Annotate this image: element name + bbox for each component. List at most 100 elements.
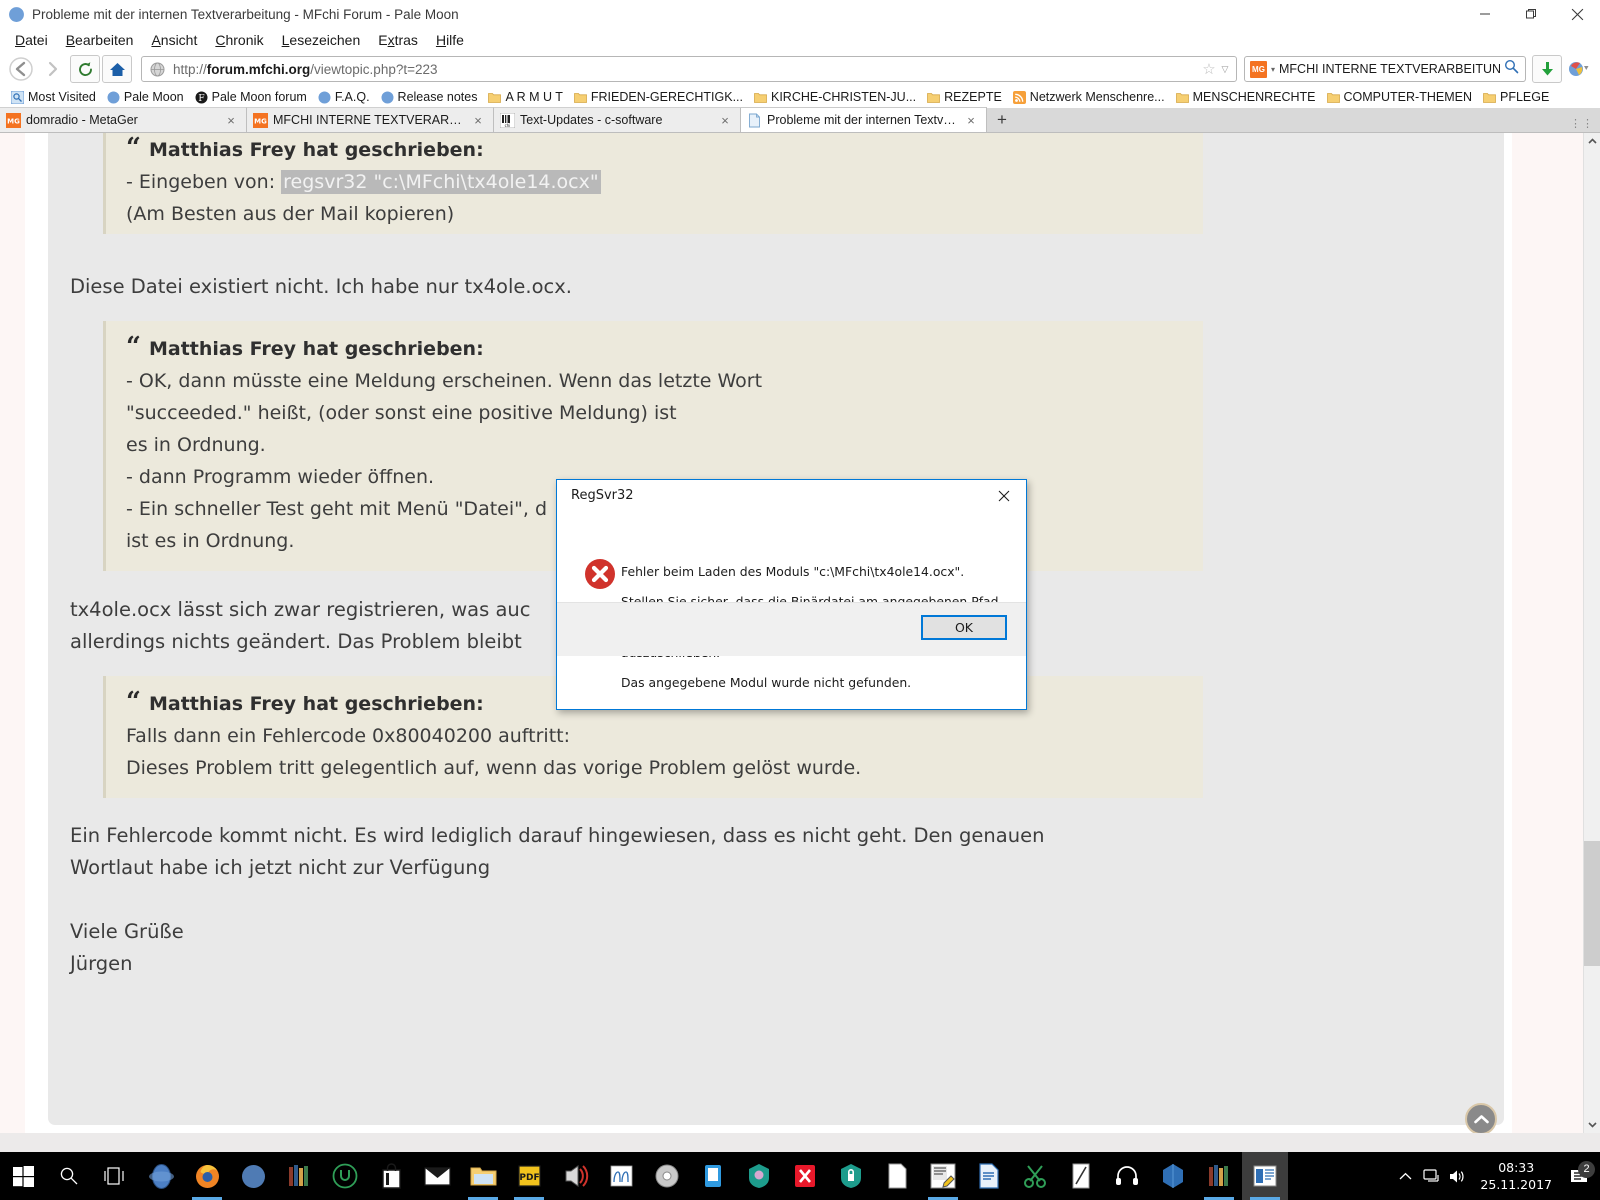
bookmark-armut[interactable]: A R M U T <box>483 90 567 104</box>
quote-line: es in Ordnung. <box>126 434 266 456</box>
bookmark-pale-moon[interactable]: Pale Moon <box>102 90 189 104</box>
restore-button[interactable] <box>1508 0 1554 28</box>
inline-code: regsvr32 "c:\MFchi\tx4ole14.ocx" <box>281 170 601 194</box>
url-bar[interactable]: http://forum.mfchi.org/viewtopic.php?t=2… <box>141 56 1237 82</box>
bookmark-pale-moon-forum[interactable]: F Pale Moon forum <box>190 90 312 104</box>
taskbar: PDF 08:33 25.11.2017 2 <box>0 1152 1600 1200</box>
menu-bearbeiten[interactable]: Bearbeiten <box>57 32 143 48</box>
scrollbar-down-arrow[interactable] <box>1584 1116 1600 1133</box>
scroll-to-top-button[interactable] <box>1465 1103 1497 1133</box>
tab-close-icon[interactable]: × <box>962 113 980 128</box>
internet-explorer-icon[interactable] <box>138 1152 184 1200</box>
bookmark-computer-themen[interactable]: COMPUTER-THEMEN <box>1322 90 1477 104</box>
pale-moon-icon[interactable] <box>230 1152 276 1200</box>
mfchi-icon[interactable] <box>920 1152 966 1200</box>
menu-extras[interactable]: Extras <box>369 32 427 48</box>
mail-icon[interactable] <box>414 1152 460 1200</box>
search-engine-icon[interactable]: MG <box>1250 60 1267 78</box>
menu-hilfe[interactable]: Hilfe <box>427 32 473 48</box>
bookmark-frieden-gerechtigkeit[interactable]: FRIEDEN-GERECHTIGK... <box>569 90 748 104</box>
taskbar-clock[interactable]: 08:33 25.11.2017 <box>1470 1159 1562 1193</box>
network-icon[interactable] <box>1418 1168 1444 1184</box>
volume-icon[interactable] <box>1444 1169 1470 1184</box>
bookmark-rezepte[interactable]: REZEPTE <box>922 90 1007 104</box>
minimize-button[interactable] <box>1462 0 1508 28</box>
notepad-icon[interactable] <box>874 1152 920 1200</box>
bookmark-label: KIRCHE-CHRISTEN-JU... <box>770 90 917 104</box>
scrollbar-thumb[interactable] <box>1584 841 1600 966</box>
svg-text:chi: chi <box>505 123 511 128</box>
menu-ansicht[interactable]: Ansicht <box>142 32 206 48</box>
books2-icon[interactable] <box>1196 1152 1242 1200</box>
bookmark-most-visited[interactable]: Most Visited <box>6 90 101 104</box>
bookmark-pflege[interactable]: PFLEGE <box>1478 90 1554 104</box>
bookmark-netzwerk-menschenrechte[interactable]: Netzwerk Menschenre... <box>1008 90 1170 104</box>
quote-mark-icon: “ <box>126 133 141 163</box>
word-processor-icon[interactable] <box>966 1152 1012 1200</box>
home-button[interactable] <box>102 55 132 83</box>
utorrent-icon[interactable] <box>322 1152 368 1200</box>
new-tab-button[interactable]: + <box>987 107 1017 132</box>
books-library-icon[interactable] <box>276 1152 322 1200</box>
scissors-snip-icon[interactable] <box>1012 1152 1058 1200</box>
pdf-reader-icon[interactable]: PDF <box>506 1152 552 1200</box>
task-view-button[interactable] <box>92 1152 138 1200</box>
quote-header: “ Matthias Frey hat geschrieben: <box>126 134 1183 166</box>
list-all-tabs-icon[interactable]: ⋮⋮ <box>1570 119 1594 130</box>
tab-domradio-metager[interactable]: MG domradio - MetaGer × <box>0 107 247 132</box>
firefox-icon[interactable] <box>184 1152 230 1200</box>
tab-mfchi-interne-textverarbeitung[interactable]: MG MFCHI INTERNE TEXTVERARBEITUN... × <box>247 107 494 132</box>
bookmark-faq[interactable]: F.A.Q. <box>313 90 375 104</box>
reload-button[interactable] <box>70 55 100 83</box>
scanner-icon[interactable] <box>690 1152 736 1200</box>
store-icon[interactable] <box>368 1152 414 1200</box>
tab-probleme-mit-der-internen-textverarbeitung[interactable]: Probleme mit der internen Textverarb... … <box>741 107 987 132</box>
keepass-icon[interactable] <box>828 1152 874 1200</box>
dialog-message-line-1: Fehler beim Laden des Moduls "c:\MFchi\t… <box>621 564 965 579</box>
xmarks-icon[interactable] <box>782 1152 828 1200</box>
media-player-icon[interactable] <box>644 1152 690 1200</box>
tab-close-icon[interactable]: × <box>222 113 240 128</box>
forward-button[interactable] <box>38 55 68 83</box>
quote-mark-icon: “ <box>126 332 141 362</box>
back-button[interactable] <box>6 55 36 83</box>
start-button[interactable] <box>0 1152 46 1200</box>
downloads-button[interactable] <box>1532 55 1562 83</box>
close-button[interactable] <box>1554 0 1600 28</box>
menu-lesezeichen[interactable]: Lesezeichen <box>273 32 370 48</box>
bookmark-release-notes[interactable]: Release notes <box>376 90 483 104</box>
musescore-icon[interactable] <box>598 1152 644 1200</box>
menu-datei[interactable]: Datei <box>6 32 57 48</box>
tab-text-updates-c-software[interactable]: chi Text-Updates - c-software × <box>494 107 741 132</box>
reader-icon[interactable] <box>1242 1152 1288 1200</box>
audacity-icon[interactable] <box>552 1152 598 1200</box>
addons-menu-button[interactable] <box>1564 55 1594 83</box>
menu-chronik[interactable]: Chronik <box>206 32 272 48</box>
paint-icon[interactable] <box>1058 1152 1104 1200</box>
dropbox-icon[interactable] <box>1150 1152 1196 1200</box>
bookmark-label: FRIEDEN-GERECHTIGK... <box>590 90 743 104</box>
chevron-down-icon[interactable]: ▽ <box>1218 64 1232 75</box>
taskbar-search-button[interactable] <box>46 1152 92 1200</box>
notification-center-button[interactable]: 2 <box>1562 1160 1596 1185</box>
quote-author-line: Matthias Frey hat geschrieben: <box>148 139 484 161</box>
tab-close-icon[interactable]: × <box>469 113 487 128</box>
folder-icon <box>488 91 502 104</box>
show-hidden-icons-icon[interactable] <box>1392 1172 1418 1181</box>
page-scrollbar[interactable] <box>1583 133 1600 1133</box>
antivirus-icon[interactable] <box>736 1152 782 1200</box>
file-explorer-icon[interactable] <box>460 1152 506 1200</box>
bookmark-menschenrechte[interactable]: MENSCHENRECHTE <box>1171 90 1321 104</box>
bookmark-star-icon[interactable]: ☆ <box>1200 60 1218 78</box>
search-icon[interactable] <box>1500 59 1522 79</box>
chevron-down-icon[interactable]: ▾ <box>1267 65 1279 74</box>
ok-button[interactable]: OK <box>921 615 1007 640</box>
bookmark-kirche-christen-juden[interactable]: KIRCHE-CHRISTEN-JU... <box>749 90 921 104</box>
scrollbar-up-arrow[interactable] <box>1584 133 1600 150</box>
bookmark-label: Netzwerk Menschenre... <box>1029 90 1165 104</box>
tab-close-icon[interactable]: × <box>716 113 734 128</box>
headset-icon[interactable] <box>1104 1152 1150 1200</box>
search-input[interactable]: MFCHI INTERNE TEXTVERARBEITUNG <box>1279 62 1500 76</box>
search-bar[interactable]: MG ▾ MFCHI INTERNE TEXTVERARBEITUNG <box>1244 56 1526 82</box>
dialog-close-button[interactable] <box>981 480 1026 511</box>
